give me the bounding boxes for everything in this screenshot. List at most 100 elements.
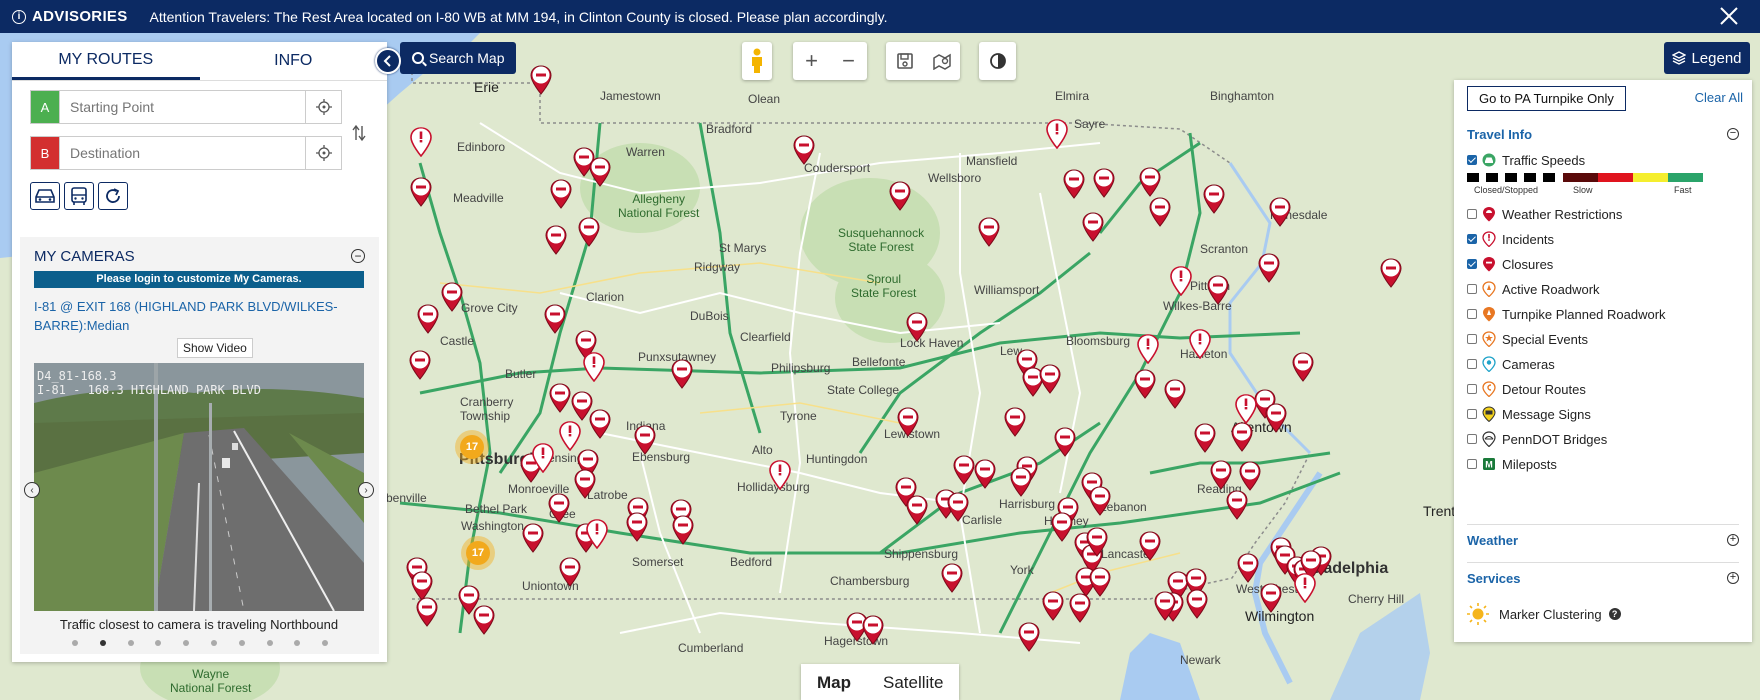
incident-marker[interactable] [1293, 573, 1317, 604]
closure-marker[interactable] [1017, 622, 1041, 652]
closure-marker[interactable] [1053, 427, 1077, 457]
closure-marker[interactable] [671, 515, 695, 545]
map-view-button[interactable]: Map [801, 664, 867, 700]
closure-marker[interactable] [588, 409, 612, 439]
closure-marker[interactable] [415, 597, 439, 627]
login-prompt[interactable]: Please login to customize My Cameras. [34, 271, 364, 288]
closure-marker[interactable] [529, 65, 553, 95]
layer-checkbox[interactable] [1467, 209, 1477, 219]
layer-checkbox[interactable] [1467, 234, 1477, 244]
prev-camera-button[interactable]: ‹ [24, 482, 40, 498]
closure-marker[interactable] [472, 605, 496, 635]
closure-marker[interactable] [1148, 197, 1172, 227]
closure-marker[interactable] [521, 523, 545, 553]
closure-marker[interactable] [1202, 184, 1226, 214]
incident-marker[interactable] [531, 443, 555, 474]
closure-marker[interactable] [1153, 591, 1177, 621]
layer-checkbox[interactable] [1467, 459, 1477, 469]
pagination-dot[interactable] [322, 640, 329, 646]
layer-penndot-bridges[interactable]: PennDOT Bridges [1467, 430, 1607, 448]
closure-marker[interactable] [905, 495, 929, 525]
refresh-route-button[interactable] [98, 182, 128, 210]
closure-marker[interactable] [1138, 167, 1162, 197]
contrast-toggle-button[interactable] [979, 42, 1016, 80]
closure-marker[interactable] [440, 282, 464, 312]
layer-cameras[interactable]: Cameras [1467, 355, 1555, 373]
closure-marker[interactable] [548, 383, 572, 413]
pagination-dot[interactable] [99, 640, 106, 646]
pagination-dot[interactable] [210, 640, 217, 646]
clear-all-link[interactable]: Clear All [1695, 90, 1743, 105]
help-icon[interactable]: ? [1608, 608, 1621, 620]
closure-marker[interactable] [861, 615, 885, 645]
destination-input[interactable] [59, 137, 305, 169]
use-location-button[interactable] [305, 137, 341, 169]
closure-marker[interactable] [1003, 407, 1027, 437]
closure-marker[interactable] [1259, 583, 1283, 613]
incident-marker[interactable] [1136, 334, 1160, 365]
closure-marker[interactable] [1238, 461, 1262, 491]
incident-marker[interactable] [558, 421, 582, 452]
layer-checkbox[interactable] [1467, 259, 1477, 269]
closure-marker[interactable] [1264, 403, 1288, 433]
show-video-button[interactable]: Show Video [177, 338, 253, 358]
closure-marker[interactable] [670, 359, 694, 389]
closure-marker[interactable] [1085, 527, 1109, 557]
pagination-dot[interactable] [266, 640, 273, 646]
closure-marker[interactable] [1379, 258, 1403, 288]
closure-marker[interactable] [544, 225, 568, 255]
closure-marker[interactable] [573, 469, 597, 499]
closure-marker[interactable] [1193, 423, 1217, 453]
pagination-dot[interactable] [72, 640, 78, 646]
closure-marker[interactable] [1050, 512, 1074, 542]
zoom-in-button[interactable]: + [793, 42, 830, 80]
closure-marker[interactable] [905, 312, 929, 342]
closure-marker[interactable] [1163, 379, 1187, 409]
closure-marker[interactable] [625, 512, 649, 542]
closure-marker[interactable] [946, 492, 970, 522]
save-view-button[interactable] [886, 42, 923, 80]
close-icon[interactable] [1718, 5, 1740, 27]
marker-cluster[interactable]: 17 [461, 536, 495, 570]
incident-marker[interactable] [409, 127, 433, 158]
closure-marker[interactable] [1206, 275, 1230, 305]
layer-active-roadwork[interactable]: Active Roadwork [1467, 280, 1600, 298]
pagination-dot[interactable] [294, 640, 301, 646]
search-map-button[interactable]: Search Map [400, 42, 517, 74]
collapse-panel-button[interactable] [375, 48, 401, 74]
closure-marker[interactable] [888, 181, 912, 211]
expand-weather-button[interactable]: + [1727, 534, 1739, 546]
starting-point-input[interactable] [59, 91, 305, 123]
services-header[interactable]: Services [1467, 571, 1521, 586]
closure-marker[interactable] [1236, 553, 1260, 583]
weather-header[interactable]: Weather [1467, 533, 1518, 548]
marker-cluster[interactable]: 17 [455, 430, 489, 464]
marker-clustering-toggle[interactable]: Marker Clustering ? [1467, 603, 1621, 625]
pagination-dot[interactable] [155, 640, 162, 646]
closure-marker[interactable] [1257, 253, 1281, 283]
closure-marker[interactable] [973, 459, 997, 489]
layer-detour-routes[interactable]: Detour Routes [1467, 380, 1586, 398]
closure-marker[interactable] [792, 135, 816, 165]
layer-mileposts[interactable]: M Mileposts [1467, 455, 1557, 473]
closure-marker[interactable] [896, 407, 920, 437]
incident-marker[interactable] [585, 519, 609, 550]
layer-incidents[interactable]: Incidents [1467, 230, 1554, 248]
incident-marker[interactable] [768, 460, 792, 491]
closure-marker[interactable] [416, 304, 440, 334]
use-location-button[interactable] [305, 91, 341, 123]
layer-checkbox[interactable] [1467, 359, 1477, 369]
closure-marker[interactable] [1138, 531, 1162, 561]
closure-marker[interactable] [549, 179, 573, 209]
closure-marker[interactable] [1230, 422, 1254, 452]
next-camera-button[interactable]: › [358, 482, 374, 498]
pagination-dot[interactable] [127, 640, 134, 646]
collapse-travel-info-button[interactable]: − [1727, 128, 1739, 140]
closure-marker[interactable] [408, 350, 432, 380]
tab-info[interactable]: INFO [200, 42, 388, 80]
sun-icon[interactable] [1467, 603, 1489, 625]
layer-checkbox[interactable] [1467, 284, 1477, 294]
closure-marker[interactable] [1038, 364, 1062, 394]
camera-name-link[interactable]: I-81 @ EXIT 168 (HIGHLAND PARK BLVD/WILK… [34, 297, 354, 335]
travel-info-header[interactable]: Travel Info [1467, 127, 1532, 142]
